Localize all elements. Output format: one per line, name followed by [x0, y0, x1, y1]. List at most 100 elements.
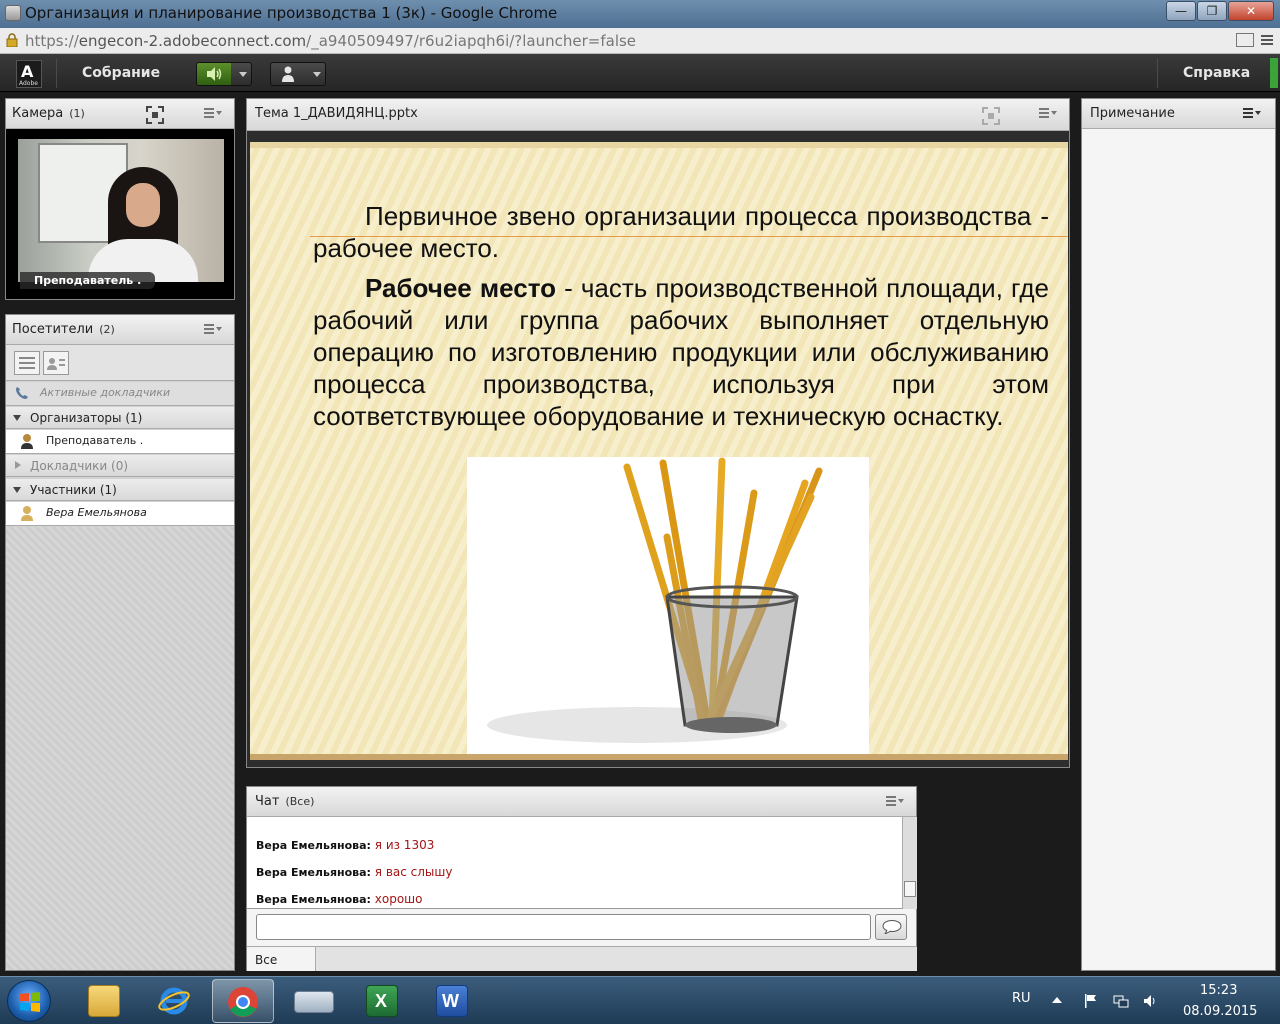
speaker-on-segment — [197, 63, 231, 85]
presenter-face — [126, 183, 160, 227]
note-pod: Примечание — [1081, 98, 1276, 971]
user-status-button[interactable] — [270, 62, 326, 86]
attendee-name: Вера Емельянова — [46, 506, 147, 519]
taskbar-internet-explorer[interactable] — [144, 979, 206, 1023]
send-message-button[interactable] — [875, 914, 907, 940]
attendees-toolbar — [6, 345, 234, 381]
chat-sender: Вера Емельянова: — [256, 866, 371, 879]
expand-icon[interactable] — [13, 487, 21, 493]
help-menu[interactable]: Справка — [1183, 65, 1250, 81]
taskbar-on-screen-keyboard[interactable] — [284, 979, 346, 1023]
expand-icon[interactable] — [13, 415, 21, 421]
speaker-toggle-button[interactable] — [196, 62, 252, 86]
chat-sender: Вера Емельянова: — [256, 893, 371, 906]
group-row-presenters[interactable]: Докладчики (0) — [6, 455, 234, 477]
network-icon[interactable] — [1113, 993, 1129, 1009]
chat-text: я из 1303 — [374, 838, 435, 852]
lock-icon — [6, 33, 18, 47]
close-button[interactable]: ✕ — [1228, 1, 1274, 21]
chrome-icon — [228, 987, 258, 1017]
attendee-row-participant[interactable]: Вера Емельянова — [6, 502, 234, 526]
note-content-area[interactable] — [1082, 129, 1275, 970]
restore-button[interactable]: ❐ — [1197, 1, 1227, 21]
video-name-label: Преподаватель . — [20, 272, 156, 289]
slide-paragraph-2: Рабочее место - часть производственной п… — [313, 272, 1049, 432]
show-hidden-icons-arrow[interactable] — [1052, 997, 1062, 1003]
fullscreen-icon[interactable] — [982, 107, 1000, 125]
pod-menu-icon[interactable] — [1039, 108, 1057, 120]
chrome-menu-icon[interactable] — [1260, 33, 1274, 47]
page-action-icon[interactable] — [1236, 33, 1254, 47]
word-icon: W — [436, 985, 468, 1017]
app-window-icon — [5, 5, 21, 21]
attendee-row-host[interactable]: Преподаватель . — [6, 430, 234, 454]
speech-bubble-icon — [882, 920, 902, 934]
chat-message: Вера Емельянова: хорошо — [256, 892, 423, 906]
slide-bottom-band — [250, 754, 1068, 760]
fullscreen-icon[interactable] — [146, 106, 164, 124]
attendees-empty-area — [6, 527, 234, 970]
pod-menu-icon[interactable] — [1243, 108, 1261, 120]
language-indicator[interactable]: RU — [1012, 991, 1031, 1006]
taskbar-google-chrome[interactable] — [212, 979, 274, 1023]
pod-menu-icon[interactable] — [204, 324, 222, 336]
group-label: Докладчики (0) — [30, 459, 129, 473]
action-center-flag-icon[interactable] — [1083, 993, 1099, 1009]
start-button[interactable] — [7, 980, 51, 1022]
connection-indicator — [1270, 58, 1278, 88]
chevron-down-icon[interactable] — [239, 72, 247, 77]
slide-top-band — [250, 142, 1068, 148]
url-scheme: https:// — [25, 32, 79, 50]
scrollbar-thumb[interactable] — [904, 881, 916, 897]
list-view-button[interactable] — [14, 351, 40, 375]
window-controls: — ❐ ✕ — [1165, 1, 1274, 21]
pod-title: Камера (1) — [12, 106, 85, 121]
taskbar-file-explorer[interactable] — [74, 979, 136, 1023]
adobe-logo-text: Adobe — [19, 80, 38, 87]
note-pod-title: Примечание — [1090, 106, 1175, 121]
address-bar[interactable]: https://engecon-2.adobeconnect.com/_a940… — [0, 28, 1280, 54]
chevron-down-icon[interactable] — [313, 72, 321, 77]
active-speakers-row: Активные докладчики — [6, 382, 234, 406]
taskbar-microsoft-excel[interactable]: X — [352, 979, 414, 1023]
chat-message: Вера Емельянова: я из 1303 — [256, 838, 434, 852]
pod-header: Примечание — [1082, 99, 1275, 129]
group-label: Организаторы (1) — [30, 411, 143, 425]
clock-date[interactable]: 08.09.2015 — [1183, 1004, 1257, 1019]
slide-paragraph-1: Первичное звено организации процесса про… — [313, 201, 1049, 263]
collapse-icon[interactable] — [15, 461, 21, 469]
taskbar-microsoft-word[interactable]: W — [422, 979, 484, 1023]
chat-input[interactable] — [256, 914, 871, 940]
chat-message-list[interactable]: Вера Емельянова: я из 1303 Вера Емельяно… — [247, 817, 902, 909]
pod-header: Камера (1) — [6, 99, 234, 129]
user-card-icon — [47, 358, 65, 370]
phone-icon — [16, 387, 28, 399]
attendees-count: (2) — [99, 323, 115, 336]
adobe-logo-mark: A — [21, 62, 34, 81]
share-pod-title: Тема 1_ДАВИДЯНЦ.pptx — [255, 106, 418, 121]
minimize-button[interactable]: — — [1166, 1, 1196, 21]
user-view-button[interactable] — [43, 351, 69, 375]
adobe-logo: A Adobe — [16, 60, 42, 88]
keyboard-icon — [294, 991, 334, 1013]
slide-term: Рабочее место — [365, 273, 556, 303]
list-view-icon — [19, 357, 35, 369]
attendees-pod-title: Посетители — [12, 322, 94, 337]
group-row-organizers[interactable]: Организаторы (1) — [6, 407, 234, 429]
window-title: Организация и планирование производства … — [25, 4, 558, 22]
folder-icon — [88, 985, 120, 1017]
attendee-name: Преподаватель . — [46, 434, 144, 447]
chat-tab-all[interactable]: Все — [247, 946, 316, 971]
internet-explorer-icon — [158, 987, 190, 1015]
clock-time[interactable]: 15:23 — [1200, 983, 1237, 998]
chat-scrollbar[interactable] — [902, 817, 917, 909]
meeting-menu[interactable]: Собрание — [82, 65, 160, 81]
pod-menu-icon[interactable] — [204, 108, 222, 120]
windows-taskbar: X W RU 15:23 08.09.2015 — [0, 976, 1280, 1024]
url-text[interactable]: https://engecon-2.adobeconnect.com/_a940… — [25, 32, 636, 50]
volume-icon[interactable] — [1143, 993, 1159, 1009]
chat-scope: (Все) — [285, 795, 315, 808]
group-row-participants[interactable]: Участники (1) — [6, 479, 234, 501]
slide-body: Первичное звено организации процесса про… — [313, 200, 1049, 440]
pod-menu-icon[interactable] — [886, 796, 904, 808]
